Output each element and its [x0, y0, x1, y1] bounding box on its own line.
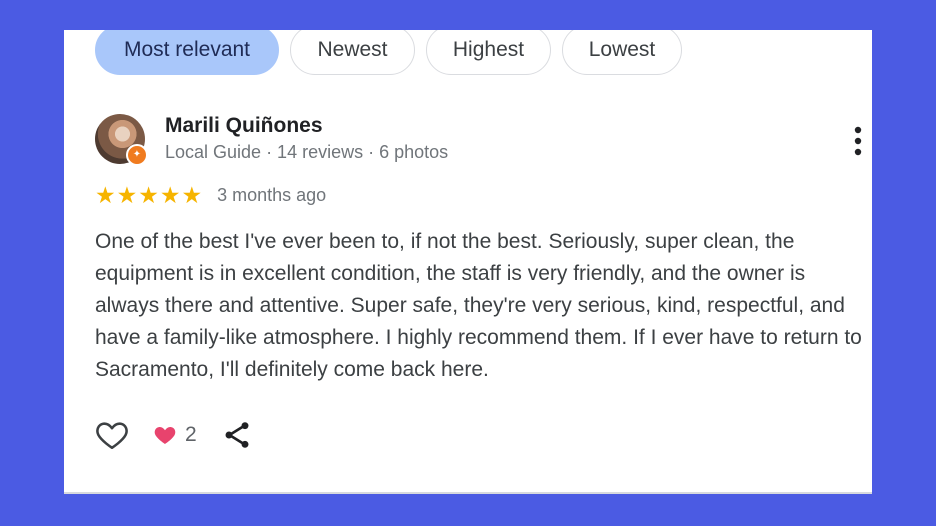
rating-row: ★★★★★ 3 months ago: [95, 182, 326, 209]
likes-indicator: 2: [153, 423, 197, 447]
review-time: 3 months ago: [217, 185, 327, 205]
sort-highest-chip[interactable]: Highest: [426, 30, 551, 75]
sort-most-relevant-chip[interactable]: Most relevant: [95, 30, 279, 75]
review-actions: 2: [95, 418, 253, 452]
likes-count: 2: [185, 423, 197, 446]
share-icon[interactable]: [221, 419, 253, 451]
local-guide-badge-icon: ✦: [126, 144, 148, 166]
sort-lowest-chip[interactable]: Lowest: [562, 30, 682, 75]
review-sort-chips: Most relevant Newest Highest Lowest: [95, 30, 682, 75]
heart-filled-icon: [154, 426, 176, 444]
review-text: One of the best I've ever been to, if no…: [95, 230, 862, 381]
reviewer-meta: Local Guide · 14 reviews · 6 photos: [165, 142, 449, 162]
reviewer-avatar[interactable]: ✦: [95, 114, 148, 166]
review-card: Most relevant Newest Highest Lowest ✦ Ma…: [64, 30, 872, 494]
star-rating: ★★★★★: [95, 182, 204, 208]
reviewer-name[interactable]: Marili Quiñones: [165, 114, 323, 138]
sort-newest-chip[interactable]: Newest: [290, 30, 415, 75]
heart-outline-icon[interactable]: [95, 418, 129, 452]
card-bottom-divider: [64, 492, 872, 494]
more-vert-icon[interactable]: [850, 125, 866, 157]
